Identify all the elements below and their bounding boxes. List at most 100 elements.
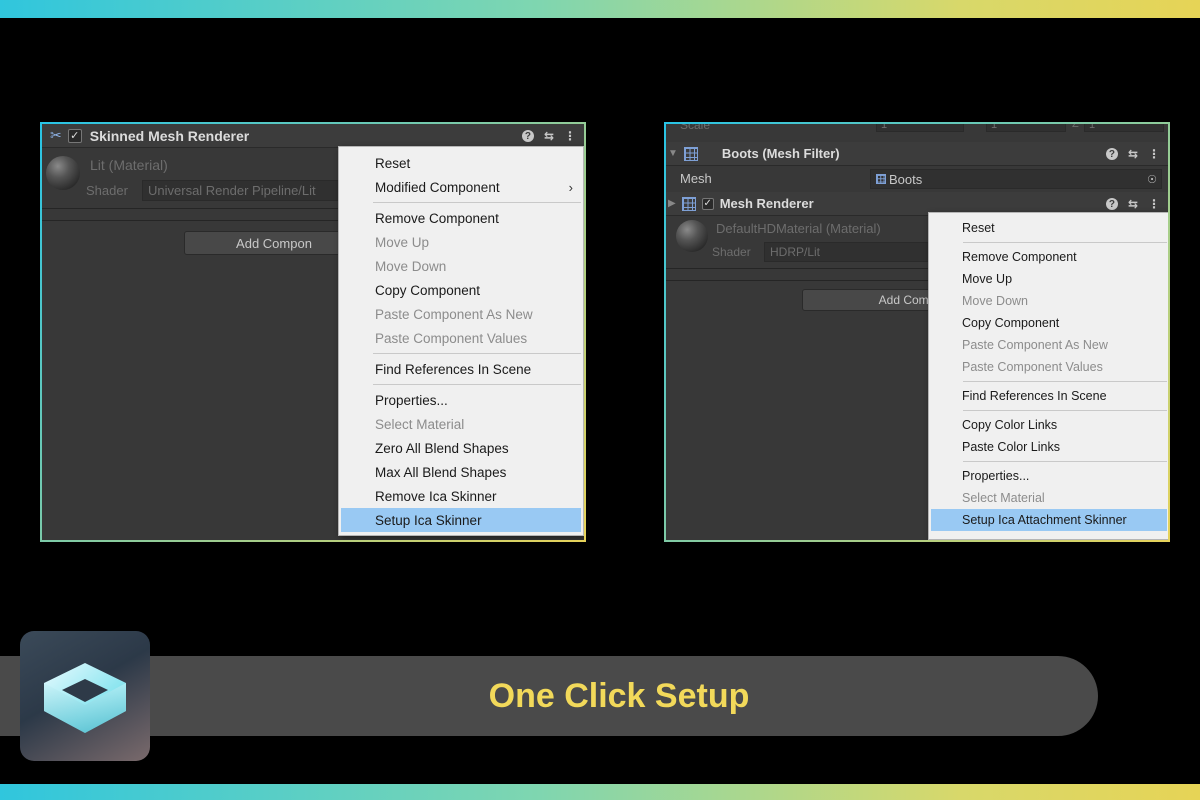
mesh-filter-icon	[683, 146, 698, 161]
object-picker-icon[interactable]: ☉	[1147, 173, 1157, 186]
menu-item-label: Properties...	[962, 469, 1030, 483]
menu-item-move-down: Move Down	[929, 290, 1168, 312]
foldout-arrow-icon[interactable]: ▶	[668, 198, 676, 209]
component-header[interactable]: ✂ ✓ Skinned Mesh Renderer ? ⇆ ⋮	[42, 124, 584, 148]
menu-separator	[963, 381, 1167, 382]
shader-dropdown[interactable]: HDRP/Lit	[764, 242, 934, 262]
foldout-arrow-icon[interactable]: ▼	[668, 148, 678, 159]
context-menu: Reset Modified Component › Remove Component…	[338, 146, 584, 536]
menu-item-label: Remove Component	[375, 210, 499, 226]
app-logo	[20, 631, 150, 761]
mesh-row: Mesh Boots ☉	[666, 166, 1168, 192]
material-preview-sphere	[46, 156, 80, 190]
submenu-arrow-icon: ›	[568, 179, 573, 195]
menu-item-label: Move Down	[962, 294, 1028, 308]
menu-item-setup-ica-skinner[interactable]: Setup Ica Skinner	[341, 508, 581, 532]
menu-item-paste-component-values: Paste Component Values	[339, 326, 583, 350]
menu-item-copy-color-links[interactable]: Copy Color Links	[929, 414, 1168, 436]
bottom-gradient-stripe	[0, 784, 1200, 800]
skinned-mesh-icon: ✂	[50, 127, 62, 143]
menu-item-label: Paste Component Values	[962, 360, 1103, 374]
menu-item-move-up[interactable]: Move Up	[929, 268, 1168, 290]
menu-item-label: Find References In Scene	[375, 361, 532, 377]
scale-z-label: Z	[1072, 122, 1079, 130]
menu-item-modified-component[interactable]: Modified Component ›	[339, 175, 583, 199]
shader-label: Shader	[712, 245, 751, 259]
preset-icon[interactable]: ⇆	[544, 129, 554, 143]
menu-separator	[963, 410, 1167, 411]
menu-item-label: Copy Component	[375, 282, 481, 298]
preset-icon[interactable]: ⇆	[1128, 147, 1138, 161]
mesh-renderer-title: Mesh Renderer	[719, 196, 814, 211]
more-options-icon[interactable]: ⋮	[1148, 147, 1160, 161]
menu-separator	[373, 353, 581, 354]
menu-item-properties[interactable]: Properties...	[339, 388, 583, 412]
menu-item-remove-component[interactable]: Remove Component	[339, 206, 583, 230]
scale-z-field[interactable]: 1	[1084, 124, 1164, 132]
material-name: DefaultHDMaterial (Material)	[716, 221, 881, 236]
menu-item-label: Paste Component Values	[375, 330, 528, 346]
title-banner: One Click Setup	[0, 656, 1098, 736]
menu-item-label: Paste Color Links	[962, 440, 1060, 454]
menu-separator	[373, 202, 581, 203]
menu-item-reset[interactable]: Reset	[929, 217, 1168, 239]
menu-separator	[963, 461, 1167, 462]
skinned-mesh-renderer-panel: ✂ ✓ Skinned Mesh Renderer ? ⇆ ⋮ Lit (Mat…	[40, 122, 586, 542]
top-gradient-stripe	[0, 0, 1200, 18]
component-title: Skinned Mesh Renderer	[89, 127, 250, 144]
menu-separator	[373, 384, 581, 385]
enabled-checkbox[interactable]: ✓	[701, 197, 714, 210]
menu-item-label: Reset	[962, 221, 995, 235]
menu-item-find-references-in-scene[interactable]: Find References In Scene	[929, 385, 1168, 407]
material-name: Lit (Material)	[90, 157, 168, 173]
enabled-checkbox[interactable]: ✓	[67, 128, 82, 143]
menu-item-zero-all-blend-shapes[interactable]: Zero All Blend Shapes	[339, 436, 583, 460]
menu-item-setup-ica-attachment-skinner[interactable]: Setup Ica Attachment Skinner	[931, 509, 1167, 531]
menu-item-select-material: Select Material	[339, 412, 583, 436]
menu-item-label: Modified Component	[375, 179, 500, 195]
menu-item-remove-ica-skinner[interactable]: Remove Ica Skinner	[339, 484, 583, 508]
menu-item-copy-component[interactable]: Copy Component	[339, 278, 583, 302]
menu-item-label: Reset	[375, 155, 411, 171]
menu-item-paste-color-links[interactable]: Paste Color Links	[929, 436, 1168, 458]
menu-item-label: Remove Ica Skinner	[375, 488, 497, 504]
menu-item-properties[interactable]: Properties...	[929, 465, 1168, 487]
menu-item-label: Setup Ica Attachment Skinner	[962, 513, 1127, 527]
menu-item-label: Remove Component	[962, 250, 1077, 264]
help-icon[interactable]: ?	[1105, 198, 1118, 210]
menu-item-paste-component-as-new: Paste Component As New	[339, 302, 583, 326]
menu-item-max-all-blend-shapes[interactable]: Max All Blend Shapes	[339, 460, 583, 484]
transform-scale-row: Scale 1 1 Z 1	[666, 122, 1168, 132]
menu-item-reset[interactable]: Reset	[339, 151, 583, 175]
menu-item-select-material: Select Material	[929, 487, 1168, 509]
menu-item-paste-component-as-new: Paste Component As New	[929, 334, 1168, 356]
menu-item-label: Move Down	[375, 258, 447, 274]
menu-item-label: Copy Component	[962, 316, 1060, 330]
menu-item-label: Max All Blend Shapes	[375, 464, 507, 480]
menu-item-label: Move Up	[375, 234, 430, 250]
menu-item-label: Select Material	[375, 416, 465, 432]
menu-item-copy-component[interactable]: Copy Component	[929, 312, 1168, 334]
add-component-label: Add Comp	[878, 293, 936, 307]
material-preview-sphere	[676, 220, 708, 252]
scale-y-field[interactable]: 1	[986, 124, 1066, 132]
help-icon[interactable]: ?	[521, 130, 534, 142]
banner-title: One Click Setup	[488, 676, 750, 715]
mesh-renderer-panel: Scale 1 1 Z 1 ▼ Boots (Mesh Filter) ? ⇆ …	[664, 122, 1170, 542]
more-options-icon[interactable]: ⋮	[564, 129, 576, 143]
more-options-icon[interactable]: ⋮	[1148, 197, 1160, 211]
ica-logo-icon	[44, 663, 126, 733]
help-icon[interactable]: ?	[1105, 148, 1118, 160]
menu-item-find-references-in-scene[interactable]: Find References In Scene	[339, 357, 583, 381]
preset-icon[interactable]: ⇆	[1128, 197, 1138, 211]
menu-item-remove-component[interactable]: Remove Component	[929, 246, 1168, 268]
menu-item-label: Properties...	[375, 392, 448, 408]
mesh-object-field[interactable]: Boots ☉	[870, 169, 1162, 189]
menu-item-label: Move Up	[962, 272, 1013, 286]
context-menu: Reset Remove Component Move Up Move Down Cop…	[928, 212, 1168, 540]
mesh-filter-title: Boots (Mesh Filter)	[721, 146, 840, 161]
menu-separator	[963, 242, 1167, 243]
add-component-label: Add Compon	[236, 235, 312, 251]
scale-x-field[interactable]: 1	[876, 124, 964, 132]
mesh-filter-header[interactable]: ▼ Boots (Mesh Filter) ? ⇆ ⋮	[666, 142, 1168, 166]
